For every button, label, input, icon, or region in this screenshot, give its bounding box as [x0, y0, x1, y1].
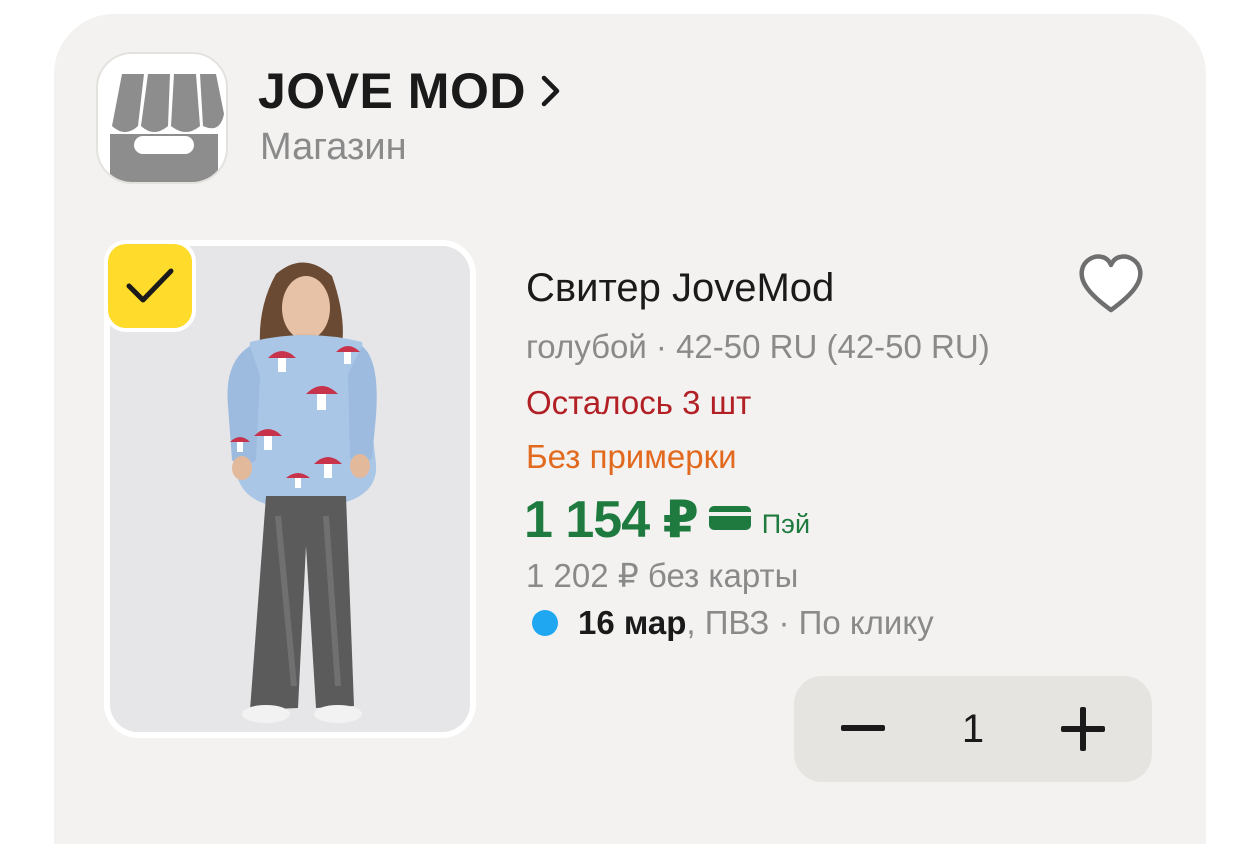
status-dot-icon [532, 610, 558, 636]
delivery-date: 16 мар [578, 604, 687, 641]
price-row: 1 154 ₽ Пэй [524, 490, 810, 550]
quantity-value: 1 [961, 706, 985, 751]
fitting-notice: Без примерки [526, 438, 737, 475]
checkmark-icon [126, 268, 174, 303]
price-with-card: 1 154 ₽ [524, 491, 699, 549]
storefront-icon [110, 74, 224, 182]
delivery-info: 16 мар, ПВЗ · По клику [532, 604, 934, 642]
delivery-details: , ПВЗ · По клику [686, 604, 934, 641]
select-item-checkbox[interactable] [104, 240, 196, 332]
shop-subtitle: Магазин [260, 126, 407, 168]
shop-name[interactable]: JOVE MOD [258, 62, 526, 120]
increase-quantity-button[interactable] [1028, 676, 1138, 782]
heart-outline-icon [1079, 254, 1143, 313]
quantity-stepper: 1 [794, 676, 1152, 782]
decrease-quantity-button[interactable] [808, 676, 918, 782]
plus-icon [1061, 707, 1105, 751]
pay-label: Пэй [761, 509, 811, 539]
card-icon [708, 505, 752, 536]
stock-warning: Осталось 3 шт [526, 384, 752, 421]
chevron-right-icon[interactable] [540, 74, 562, 108]
product-title[interactable]: Свитер JoveMod [526, 266, 834, 311]
minus-icon [841, 725, 885, 731]
product-variant: голубой · 42-50 RU (42-50 RU) [526, 328, 990, 365]
shop-name-link[interactable]: JOVE MOD [258, 62, 562, 120]
favorite-button[interactable] [1076, 252, 1146, 316]
shop-avatar[interactable] [96, 52, 228, 184]
price-without-card: 1 202 ₽ без карты [526, 557, 799, 594]
